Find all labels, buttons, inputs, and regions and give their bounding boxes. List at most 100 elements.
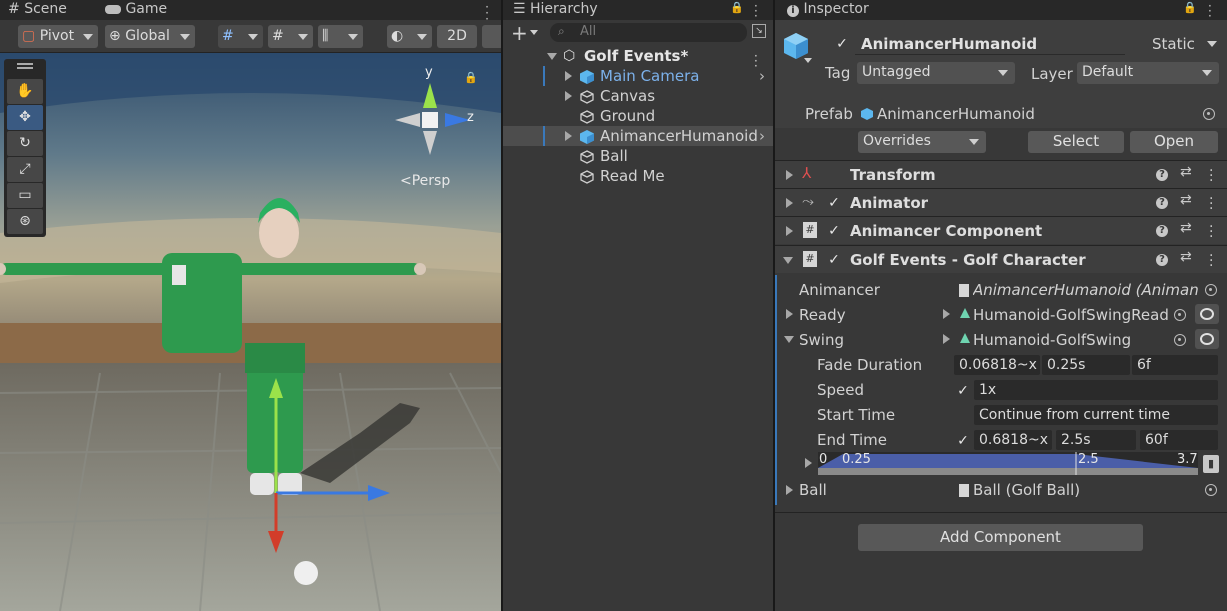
expand-arrow-icon[interactable] (565, 71, 572, 81)
lock-icon[interactable]: 🔒 (730, 1, 744, 14)
fade-duration-x-field[interactable]: 0.06818~x (954, 355, 1040, 375)
overrides-dropdown[interactable]: Overrides (858, 131, 986, 153)
component-golf-character[interactable]: # ✓ Golf Events - Golf Character ? ⇄ · · · (775, 245, 1227, 273)
component-animancer[interactable]: # ✓ Animancer Component ? ⇄ · · · (775, 216, 1227, 244)
rotate-tool-icon[interactable]: ↻ (7, 131, 43, 156)
component-enabled-checkbox[interactable]: ✓ (827, 253, 841, 267)
expand-arrow-icon[interactable] (786, 485, 793, 495)
expand-arrow-icon[interactable] (805, 458, 812, 468)
inspector-menu-icon[interactable]: · · · (1208, 0, 1212, 22)
object-picker-icon[interactable] (1174, 309, 1186, 321)
speed-field[interactable]: 1x (974, 380, 1218, 400)
lock-icon[interactable]: 🔒 (464, 71, 478, 84)
presets-icon[interactable]: ⇄ (1180, 192, 1192, 208)
context-menu-icon[interactable]: · · · (1209, 192, 1213, 216)
fade-duration-f-field[interactable]: 6f (1132, 355, 1218, 375)
hand-tool-icon[interactable]: ✋ (7, 79, 43, 104)
rect-tool-icon[interactable]: ▭ (7, 183, 43, 208)
scene-root-row[interactable]: ⬡ Golf Events* · · · (503, 46, 773, 72)
object-name-field[interactable]: AnimancerHumanoid (855, 33, 1125, 55)
end-time-x-field[interactable]: 0.6818~x (974, 430, 1052, 450)
expand-arrow-icon[interactable] (565, 131, 572, 141)
end-time-s-field[interactable]: 2.5s (1056, 430, 1136, 450)
expand-arrow-icon[interactable] (943, 309, 950, 319)
select-button[interactable]: Select (1028, 131, 1124, 153)
expand-arrow-icon[interactable] (943, 334, 950, 344)
open-button[interactable]: Open (1130, 131, 1218, 153)
chevron-down-icon[interactable] (530, 30, 538, 35)
tab-game[interactable]: Game (105, 0, 167, 20)
context-menu-icon[interactable]: · · · (1209, 220, 1213, 244)
component-enabled-checkbox[interactable]: ✓ (827, 224, 841, 238)
object-picker-icon[interactable] (1174, 334, 1186, 346)
drag-handle-icon[interactable] (17, 63, 33, 65)
expand-arrow-icon[interactable] (786, 309, 793, 319)
pivot-dropdown[interactable]: ▢ Pivot (18, 25, 98, 48)
ball-field[interactable]: Ball (Golf Ball) (973, 481, 1080, 499)
chevron-down-icon[interactable] (804, 58, 812, 63)
chevron-right-icon[interactable]: › (759, 126, 765, 146)
add-component-button[interactable]: Add Component (858, 524, 1143, 551)
presets-icon[interactable]: ⇄ (1180, 164, 1192, 180)
speed-checkbox[interactable]: ✓ (956, 384, 970, 398)
object-picker-icon[interactable] (1203, 108, 1215, 120)
active-checkbox[interactable]: ✓ (835, 37, 849, 51)
move-tool-icon[interactable]: ✥ (7, 105, 43, 130)
eye-icon[interactable] (1195, 304, 1219, 324)
help-icon[interactable]: ? (1156, 225, 1168, 237)
expand-arrow-icon[interactable] (547, 53, 557, 60)
end-time-checkbox[interactable]: ✓ (956, 434, 970, 448)
start-time-field[interactable]: Continue from current time (974, 405, 1218, 425)
ruler-dropdown[interactable]: ⫼ (318, 25, 363, 48)
layer-dropdown[interactable]: Default (1077, 62, 1219, 84)
tab-scene[interactable]: # Scene (8, 0, 67, 20)
object-picker-icon[interactable] (1205, 484, 1217, 496)
scene-viewport[interactable]: y z <Persp 🔒 ✋ ✥ ↻ ⤢ ▭ ⊛ (0, 53, 501, 611)
component-enabled-checkbox[interactable]: ✓ (827, 196, 841, 210)
context-menu-icon[interactable]: · · · (1209, 249, 1213, 273)
add-icon[interactable]: + (511, 21, 528, 45)
hierarchy-item-canvas[interactable]: Canvas (503, 86, 773, 106)
lock-icon[interactable]: 🔒 (1183, 1, 1197, 14)
expand-arrow-icon[interactable] (786, 226, 793, 236)
expand-arrow-icon[interactable] (786, 170, 793, 180)
expand-arrow-icon[interactable] (786, 198, 793, 208)
ready-field[interactable]: Humanoid-GolfSwingReady (973, 306, 1169, 324)
collapse-arrow-icon[interactable] (784, 336, 794, 343)
2d-toggle-button[interactable]: 2D (437, 25, 477, 48)
global-dropdown[interactable]: ⊕ Global (105, 25, 195, 48)
hierarchy-item-ball[interactable]: Ball (503, 146, 773, 166)
component-animator[interactable]: ⤳ ✓ Animator ? ⇄ · · · (775, 188, 1227, 216)
tag-dropdown[interactable]: Untagged (857, 62, 1015, 84)
help-icon[interactable]: ? (1156, 169, 1168, 181)
presets-icon[interactable]: ⇄ (1180, 249, 1192, 265)
hierarchy-item-ground[interactable]: Ground (503, 106, 773, 126)
end-time-f-field[interactable]: 60f (1140, 430, 1218, 450)
scene-visibility-icon[interactable]: ↘ (752, 24, 766, 38)
hierarchy-item-read-me[interactable]: Read Me (503, 166, 773, 186)
lighting-toggle[interactable] (482, 25, 501, 48)
help-icon[interactable]: ? (1156, 197, 1168, 209)
collapse-arrow-icon[interactable] (783, 257, 793, 264)
start-time-checkbox[interactable] (956, 408, 970, 422)
hierarchy-menu-icon[interactable]: · · · (754, 0, 758, 22)
hierarchy-search-input[interactable]: ⌕ All (550, 23, 747, 42)
animancer-field[interactable]: AnimancerHumanoid (Animancer (973, 281, 1199, 299)
hierarchy-item-main-camera[interactable]: Main Camera › (503, 66, 773, 86)
transition-timeline[interactable]: 0 0.25 2.5 3.7 (818, 452, 1198, 475)
transform-tool-icon[interactable]: ⊛ (7, 209, 43, 234)
scale-tool-icon[interactable]: ⤢ (7, 157, 43, 182)
context-menu-icon[interactable]: · · · (1209, 164, 1213, 188)
persp-label[interactable]: <Persp (400, 173, 450, 189)
expand-arrow-icon[interactable] (565, 91, 572, 101)
add-event-icon[interactable]: ▮ (1203, 455, 1219, 473)
chevron-right-icon[interactable]: › (759, 66, 765, 86)
hierarchy-tab[interactable]: ☰ Hierarchy (513, 0, 598, 19)
inspector-tab[interactable]: i Inspector (787, 0, 869, 19)
object-picker-icon[interactable] (1205, 284, 1217, 296)
component-transform[interactable]: ⅄ Transform ? ⇄ · · · (775, 160, 1227, 188)
grid-snap-dropdown[interactable]: # (218, 25, 263, 48)
eye-icon[interactable] (1195, 329, 1219, 349)
swing-field[interactable]: Humanoid-GolfSwing (973, 331, 1169, 349)
presets-icon[interactable]: ⇄ (1180, 220, 1192, 236)
